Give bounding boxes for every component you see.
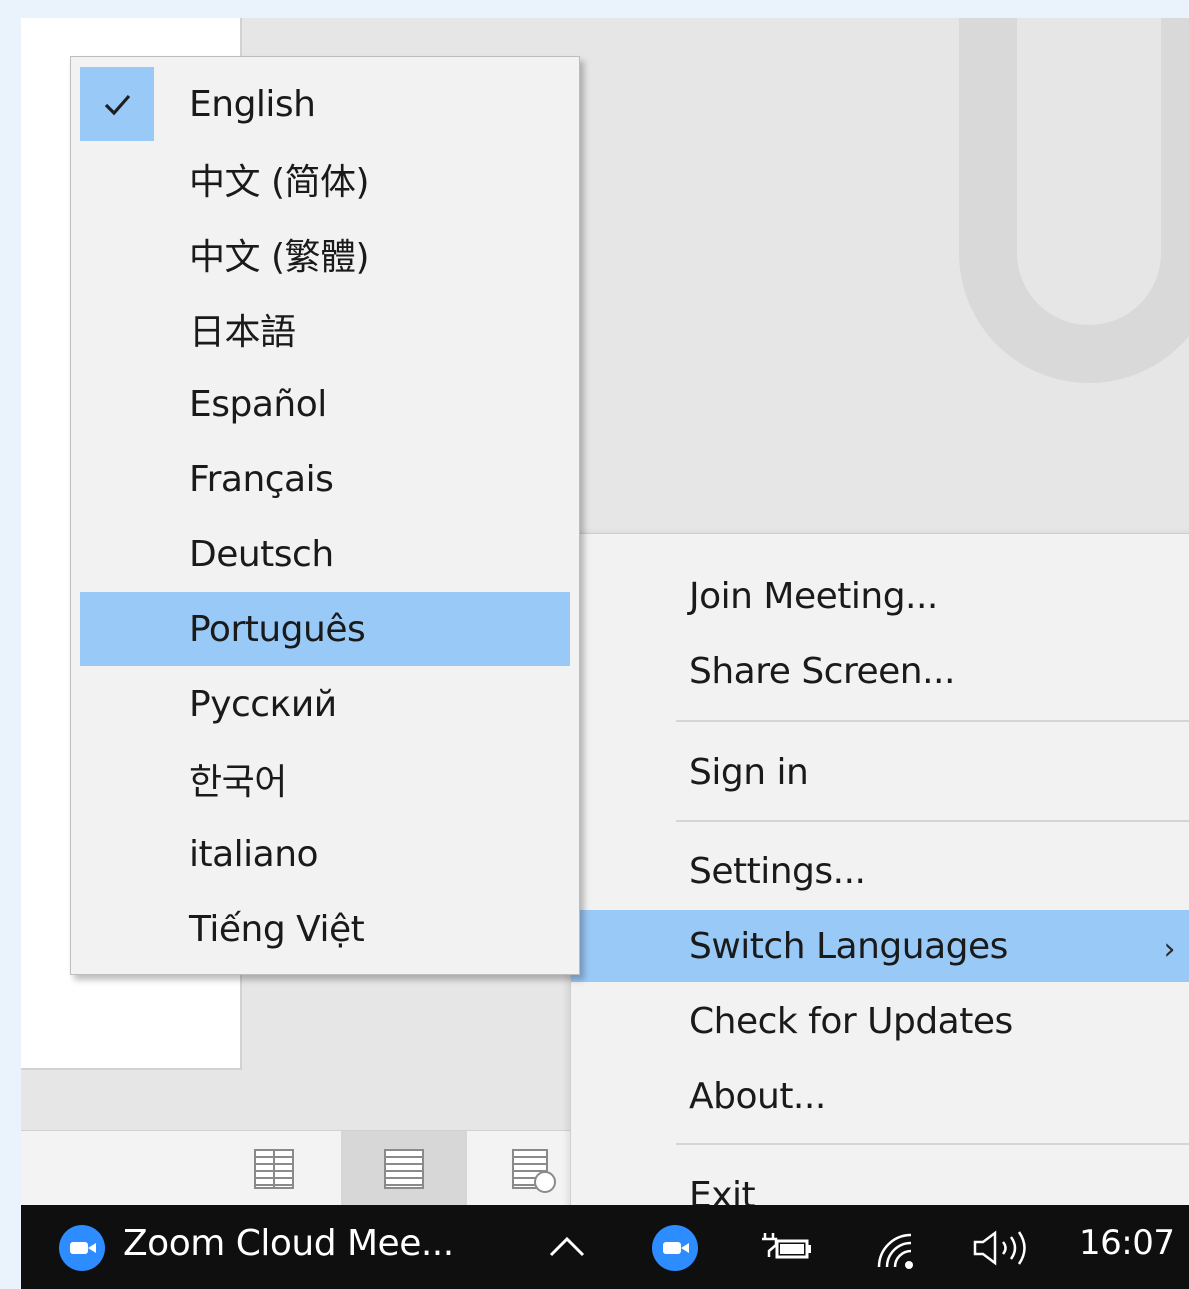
language-label: 中文 (繁體) (189, 237, 370, 278)
menu-separator (676, 720, 1189, 722)
language-item-korean[interactable]: 한국어 (80, 742, 570, 816)
menu-item-label: Sign in (689, 751, 809, 793)
menu-item-about[interactable]: About... (571, 1060, 1189, 1132)
menu-item-switch-languages[interactable]: Switch Languages › (571, 910, 1189, 982)
menu-item-label: About... (689, 1075, 826, 1117)
language-label: Русский (189, 683, 337, 725)
menu-separator (676, 820, 1189, 822)
menu-item-label: Check for Updates (689, 1000, 1013, 1042)
language-label: Tiếng Việt (189, 908, 365, 950)
menu-item-label: Switch Languages (689, 925, 1008, 967)
submenu-chevron-icon: › (1163, 932, 1176, 967)
language-label: Español (189, 383, 327, 425)
menu-item-join-meeting[interactable]: Join Meeting... (571, 560, 1189, 632)
reading-view-button[interactable] (211, 1131, 337, 1206)
language-label: 中文 (简体) (189, 162, 370, 203)
menu-item-sign-in[interactable]: Sign in (571, 736, 1189, 808)
menu-item-label: Share Screen... (689, 650, 955, 692)
language-item-english[interactable]: English (80, 67, 570, 141)
zoom-tray-icon[interactable] (652, 1225, 698, 1271)
reading-view-icon (254, 1148, 294, 1189)
desktop-screen: Join Meeting... Share Screen... Sign in … (21, 18, 1189, 1289)
battery-plugged-icon[interactable] (759, 1227, 815, 1267)
taskbar-app-label[interactable]: Zoom Cloud Mee... (123, 1223, 454, 1264)
language-item-chinese-simplified[interactable]: 中文 (简体) (80, 142, 570, 216)
language-label: italiano (189, 833, 319, 875)
language-item-japanese[interactable]: 日本語 (80, 292, 570, 366)
taskbar-clock[interactable]: 16:07 (1079, 1223, 1175, 1263)
zoom-app-icon[interactable] (59, 1225, 105, 1271)
language-item-chinese-traditional[interactable]: 中文 (繁體) (80, 217, 570, 291)
language-item-russian[interactable]: Русский (80, 667, 570, 741)
view-mode-bar (21, 1130, 574, 1206)
language-item-german[interactable]: Deutsch (80, 517, 570, 591)
language-label: English (189, 83, 316, 125)
language-item-vietnamese[interactable]: Tiếng Việt (80, 892, 570, 966)
menu-item-settings[interactable]: Settings... (571, 835, 1189, 907)
language-item-french[interactable]: Français (80, 442, 570, 516)
language-submenu: English 中文 (简体) 中文 (繁體) 日本語 Español Fran… (70, 56, 580, 975)
language-item-italian[interactable]: italiano (80, 817, 570, 891)
print-layout-icon (384, 1148, 424, 1189)
menu-item-check-for-updates[interactable]: Check for Updates (571, 985, 1189, 1057)
language-label: Deutsch (189, 533, 334, 575)
menu-separator (676, 1143, 1189, 1145)
web-layout-icon (512, 1148, 556, 1193)
zoom-tray-context-menu: Join Meeting... Share Screen... Sign in … (570, 533, 1189, 1224)
language-label: Français (189, 458, 334, 500)
menu-item-label: Settings... (689, 850, 866, 892)
volume-icon[interactable] (969, 1227, 1033, 1269)
menu-item-label: Join Meeting... (689, 575, 938, 617)
show-hidden-icons-chevron-icon[interactable] (547, 1233, 587, 1261)
language-item-portuguese[interactable]: Português (80, 592, 570, 666)
checkmark-icon (80, 67, 154, 141)
background-watermark-shape (959, 18, 1189, 383)
menu-item-share-screen[interactable]: Share Screen... (571, 635, 1189, 707)
language-item-spanish[interactable]: Español (80, 367, 570, 441)
language-label: Português (189, 608, 366, 650)
wifi-icon[interactable] (871, 1227, 917, 1269)
language-label: 한국어 (189, 762, 287, 803)
print-layout-button[interactable] (341, 1131, 467, 1206)
language-label: 日本語 (189, 312, 296, 353)
windows-taskbar: Zoom Cloud Mee... 16:07 (21, 1205, 1189, 1289)
